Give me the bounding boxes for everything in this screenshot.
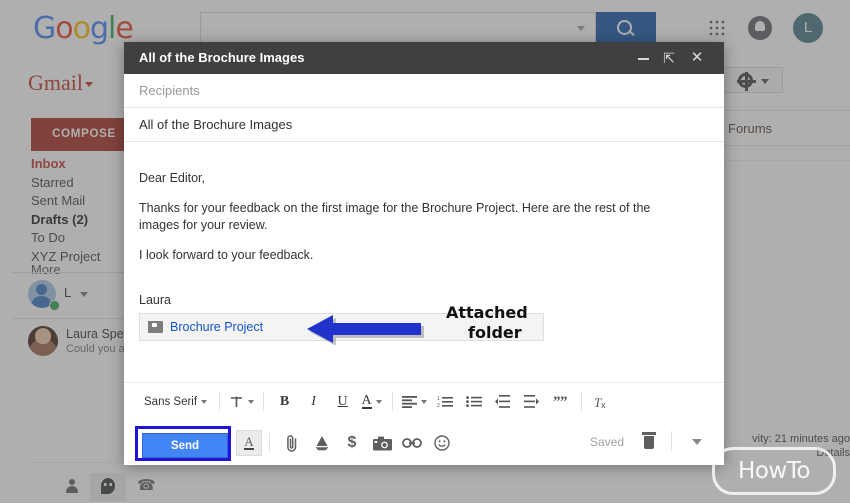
sidebar-item-sent-mail[interactable]: Sent Mail bbox=[31, 192, 131, 211]
tab-forums[interactable]: Forums bbox=[728, 121, 772, 136]
svg-text:1: 1 bbox=[437, 396, 440, 402]
send-button-highlight: Send bbox=[135, 426, 231, 461]
compose-button[interactable]: COMPOSE bbox=[31, 118, 137, 151]
underline-button[interactable]: U bbox=[328, 388, 357, 415]
compose-window: All of the Brochure Images ⇱ ✕ Recipient… bbox=[124, 42, 724, 465]
subject-value: All of the Brochure Images bbox=[139, 117, 293, 132]
sidebar-item-drafts[interactable]: Drafts (2) bbox=[31, 211, 131, 230]
saved-status: Saved bbox=[589, 435, 624, 449]
trash-icon[interactable] bbox=[642, 432, 656, 449]
text-color-button[interactable]: A bbox=[357, 388, 386, 415]
avatar[interactable]: L bbox=[793, 13, 823, 43]
bulleted-list-button[interactable] bbox=[459, 388, 488, 415]
hangouts-account-name: L bbox=[64, 285, 72, 300]
insert-link-icon[interactable] bbox=[397, 430, 427, 457]
chevron-down-icon[interactable] bbox=[85, 82, 93, 87]
divider bbox=[714, 145, 850, 146]
annotation-label: Attached folder bbox=[446, 303, 528, 343]
more-options-caret-icon[interactable] bbox=[692, 439, 702, 445]
annotation-line-1: Attached bbox=[446, 303, 528, 322]
fullscreen-icon[interactable]: ⇱ bbox=[656, 42, 682, 74]
svg-text:2: 2 bbox=[437, 403, 440, 408]
indent-less-button[interactable] bbox=[488, 388, 517, 415]
recipients-field[interactable]: Recipients bbox=[124, 74, 724, 108]
last-activity-text: vity: 21 minutes ago bbox=[752, 433, 850, 445]
divider bbox=[269, 433, 270, 453]
search-icon bbox=[617, 20, 632, 35]
online-status-dot bbox=[49, 300, 60, 311]
compose-title: All of the Brochure Images bbox=[139, 50, 305, 65]
body-line-greeting: Dear Editor, bbox=[139, 171, 206, 185]
sidebar-item-to-do[interactable]: To Do bbox=[31, 229, 131, 248]
svg-text:x: x bbox=[601, 400, 606, 409]
attachment-label[interactable]: Brochure Project bbox=[170, 320, 263, 334]
body-line-closing: I look forward to your feedback. bbox=[139, 248, 314, 262]
recipients-placeholder: Recipients bbox=[139, 83, 200, 98]
numbered-list-button[interactable]: 12 bbox=[430, 388, 459, 415]
hangouts-account-row[interactable]: L bbox=[28, 280, 128, 314]
font-size-button[interactable] bbox=[226, 388, 257, 415]
message-body[interactable]: Dear Editor, Thanks for your feedback on… bbox=[124, 142, 724, 385]
divider bbox=[219, 392, 221, 411]
search-button[interactable] bbox=[596, 12, 656, 44]
font-family-select[interactable]: Sans Serif bbox=[138, 388, 213, 415]
insert-photo-icon[interactable] bbox=[367, 430, 397, 457]
quote-button[interactable]: ”” bbox=[546, 388, 575, 415]
chevron-down-icon bbox=[761, 79, 769, 84]
divider bbox=[263, 392, 265, 411]
formatting-toolbar: Sans Serif B I U A 12 ” ” T x bbox=[124, 382, 724, 420]
align-button[interactable] bbox=[399, 388, 430, 415]
howto-watermark: HowTo bbox=[712, 447, 836, 495]
divider bbox=[714, 110, 850, 111]
phone-icon[interactable]: ☎ bbox=[126, 473, 162, 501]
gmail-brand[interactable]: Gmail bbox=[28, 70, 83, 96]
settings-button[interactable] bbox=[723, 67, 783, 93]
insert-emoji-icon[interactable] bbox=[427, 430, 457, 457]
annotation-line-2: folder bbox=[468, 323, 522, 342]
divider bbox=[581, 392, 583, 411]
italic-button[interactable]: I bbox=[299, 388, 328, 415]
body-line-paragraph: Thanks for your feedback on the first im… bbox=[139, 201, 651, 232]
contacts-icon[interactable] bbox=[54, 473, 90, 501]
minimize-icon[interactable] bbox=[630, 42, 656, 74]
bell-icon[interactable] bbox=[748, 16, 772, 40]
bold-button[interactable]: B bbox=[270, 388, 299, 415]
divider bbox=[12, 272, 124, 273]
contact-name: Laura Sper bbox=[66, 327, 128, 341]
compose-action-bar: Send A $ Saved bbox=[124, 420, 724, 465]
contact-avatar bbox=[28, 326, 58, 356]
apps-grid-icon[interactable] bbox=[707, 18, 725, 36]
watermark-text: HowTo bbox=[738, 458, 810, 484]
svg-text:”: ” bbox=[560, 395, 568, 408]
compose-header[interactable]: All of the Brochure Images ⇱ ✕ bbox=[124, 42, 724, 74]
divider bbox=[12, 318, 124, 319]
folder-icon bbox=[148, 321, 163, 333]
attach-file-icon[interactable] bbox=[277, 430, 307, 457]
close-icon[interactable]: ✕ bbox=[684, 42, 710, 74]
chat-bottom-bar: ☎ bbox=[28, 462, 156, 504]
contact-snippet: Could you as bbox=[66, 343, 131, 355]
subject-field[interactable]: All of the Brochure Images bbox=[124, 108, 724, 142]
search-options-caret-icon[interactable] bbox=[577, 26, 585, 31]
insert-drive-icon[interactable] bbox=[307, 430, 337, 457]
send-button[interactable]: Send bbox=[142, 433, 228, 458]
body-line-signature: Laura bbox=[139, 293, 171, 307]
google-logo: Google bbox=[33, 11, 134, 46]
chevron-down-icon[interactable] bbox=[80, 292, 88, 297]
divider bbox=[671, 431, 672, 451]
divider bbox=[714, 160, 850, 161]
sidebar-nav: Inbox Starred Sent Mail Drafts (2) To Do… bbox=[31, 155, 131, 266]
sidebar-item-starred[interactable]: Starred bbox=[31, 174, 131, 193]
formatting-options-icon[interactable]: A bbox=[236, 430, 262, 456]
insert-money-icon[interactable]: $ bbox=[337, 430, 367, 457]
gear-icon bbox=[737, 72, 756, 91]
divider bbox=[392, 392, 394, 411]
sidebar-item-inbox[interactable]: Inbox bbox=[31, 155, 131, 174]
remove-formatting-button[interactable]: Tx bbox=[588, 388, 617, 415]
compose-icon-row: A $ bbox=[236, 429, 457, 457]
search-input[interactable] bbox=[200, 12, 596, 44]
hangouts-icon[interactable] bbox=[90, 473, 126, 501]
annotation-left-arrow-icon bbox=[307, 315, 424, 345]
indent-more-button[interactable] bbox=[517, 388, 546, 415]
